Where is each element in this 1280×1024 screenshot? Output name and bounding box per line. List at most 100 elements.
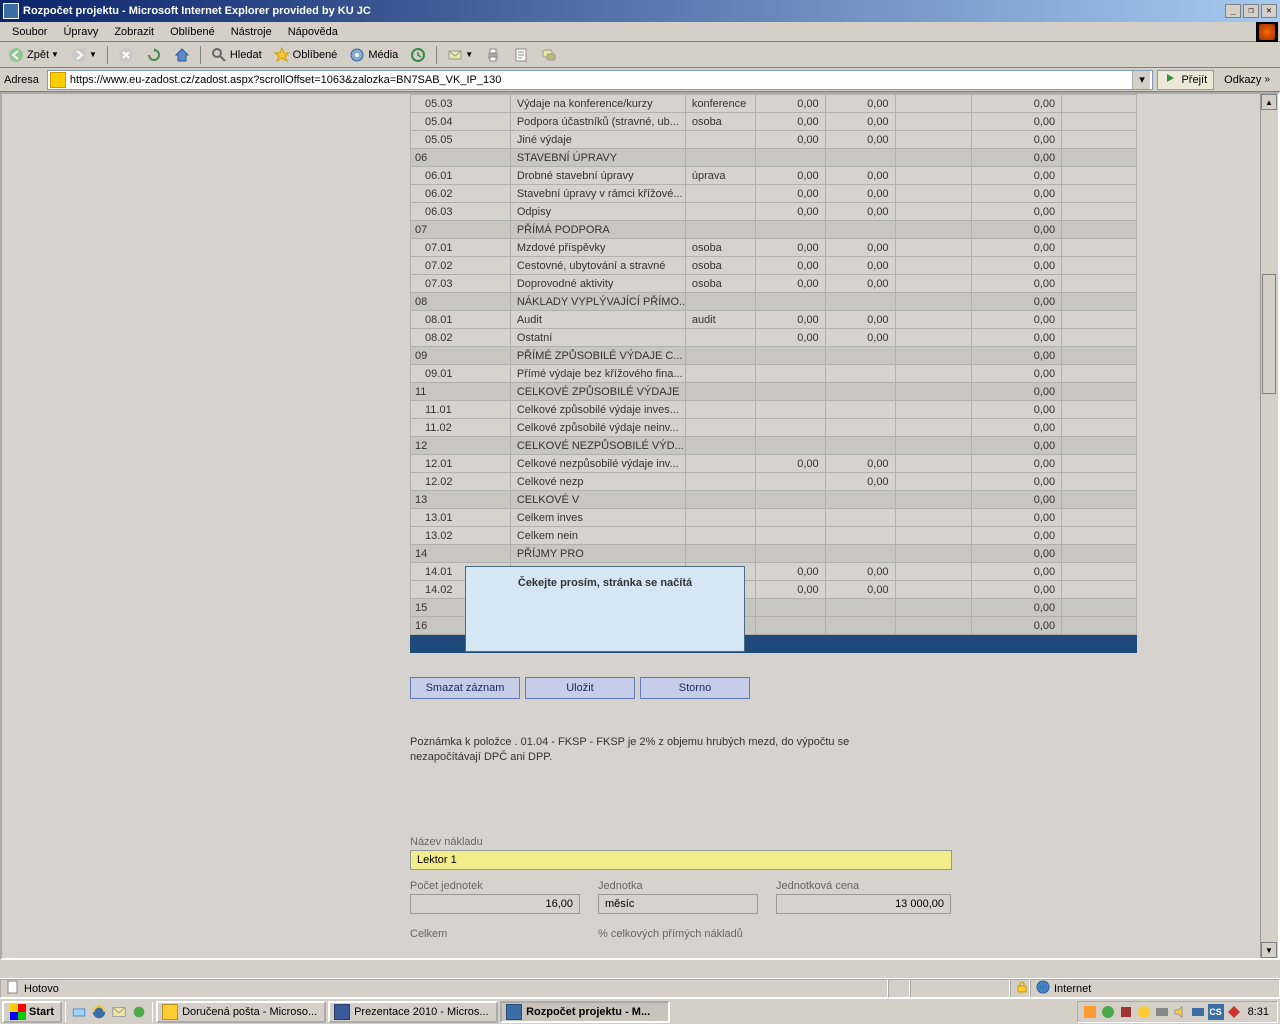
table-row[interactable]: 14PŘÍJMY PRO0,00 (411, 545, 1137, 563)
minimize-button[interactable]: _ (1225, 4, 1241, 18)
table-cell: PŘÍJMY PRO (510, 545, 685, 563)
tray-icon-3[interactable] (1118, 1004, 1134, 1020)
table-row[interactable]: 05.04Podpora účastníků (stravné, ub...os… (411, 113, 1137, 131)
table-row[interactable]: 06.02Stavební úpravy v rámci křížové...0… (411, 185, 1137, 203)
tray-icon-2[interactable] (1100, 1004, 1116, 1020)
scroll-down-button[interactable]: ▼ (1261, 942, 1277, 958)
table-row[interactable]: 06.01Drobné stavební úpravyúprava0,000,0… (411, 167, 1137, 185)
scroll-up-button[interactable]: ▲ (1261, 94, 1277, 110)
table-cell (1062, 437, 1137, 455)
media-button[interactable]: Média (345, 44, 402, 66)
tray-icon-4[interactable] (1136, 1004, 1152, 1020)
refresh-button[interactable] (142, 44, 166, 66)
table-row[interactable]: 08NÁKLADY VYPLÝVAJÍCÍ PŘÍMO...0,00 (411, 293, 1137, 311)
table-cell: CELKOVÉ NEZPŮSOBILÉ VÝD... (510, 437, 685, 455)
menu-upravy[interactable]: Úpravy (55, 24, 106, 40)
restore-button[interactable]: ❐ (1243, 4, 1259, 18)
menu-soubor[interactable]: Soubor (4, 24, 55, 40)
mail-button[interactable]: ▼ (443, 44, 477, 66)
table-cell: 07.03 (411, 275, 511, 293)
table-row[interactable]: 07.01Mzdové příspěvkyosoba0,000,000,00 (411, 239, 1137, 257)
table-row[interactable]: 13.02Celkem nein0,00 (411, 527, 1137, 545)
table-cell: 0,00 (825, 167, 895, 185)
menu-nastroje[interactable]: Nástroje (223, 24, 280, 40)
table-row[interactable]: 11CELKOVÉ ZPŮSOBILÉ VÝDAJE0,00 (411, 383, 1137, 401)
address-input[interactable]: https://www.eu-zadost.cz/zadost.aspx?scr… (47, 70, 1154, 90)
table-cell (1062, 239, 1137, 257)
table-row[interactable]: 07PŘÍMÁ PODPORA0,00 (411, 221, 1137, 239)
table-row[interactable]: 07.02Cestovné, ubytování a stravnéosoba0… (411, 257, 1137, 275)
table-row[interactable]: 08.02Ostatní0,000,000,00 (411, 329, 1137, 347)
table-row[interactable]: 12.02Celkové nezp0,000,00 (411, 473, 1137, 491)
table-cell (895, 563, 972, 581)
tray-icon-5[interactable] (1154, 1004, 1170, 1020)
name-label: Název nákladu (410, 836, 1140, 848)
menu-zobrazit[interactable]: Zobrazit (106, 24, 162, 40)
table-row[interactable]: 13.01Celkem inves0,00 (411, 509, 1137, 527)
taskbar-task-1[interactable]: Prezentace 2010 - Micros... (328, 1001, 498, 1023)
quicklaunch-outlook-icon[interactable] (110, 1003, 128, 1021)
table-row[interactable]: 07.03Doprovodné aktivityosoba0,000,000,0… (411, 275, 1137, 293)
edit-button[interactable] (509, 44, 533, 66)
table-cell: 0,00 (825, 455, 895, 473)
clock[interactable]: 8:31 (1244, 1006, 1273, 1018)
forward-button[interactable]: ▼ (67, 44, 101, 66)
table-row[interactable]: 09.01Přímé výdaje bez křížového fina...0… (411, 365, 1137, 383)
discuss-button[interactable] (537, 44, 561, 66)
table-cell (895, 113, 972, 131)
table-row[interactable]: 08.01Auditaudit0,000,000,00 (411, 311, 1137, 329)
scroll-thumb[interactable] (1262, 274, 1276, 394)
close-button[interactable]: ✕ (1261, 4, 1277, 18)
start-button[interactable]: Start (2, 1001, 62, 1023)
table-row[interactable]: 09PŘÍMÉ ZPŮSOBILÉ VÝDAJE C...0,00 (411, 347, 1137, 365)
tray-icon-8[interactable] (1226, 1004, 1242, 1020)
table-row[interactable]: 12CELKOVÉ NEZPŮSOBILÉ VÝD...0,00 (411, 437, 1137, 455)
print-button[interactable] (481, 44, 505, 66)
quicklaunch-app-icon[interactable] (130, 1003, 148, 1021)
tray-icon-volume[interactable] (1172, 1004, 1188, 1020)
unit-field[interactable]: měsíc (598, 894, 758, 914)
taskbar-task-2[interactable]: Rozpočet projektu - M... (500, 1001, 670, 1023)
stop-button[interactable] (114, 44, 138, 66)
favorites-button[interactable]: Oblíbené (270, 44, 342, 66)
tray-icon-1[interactable] (1082, 1004, 1098, 1020)
search-button[interactable]: Hledat (207, 44, 266, 66)
save-button[interactable]: Uložit (525, 677, 635, 699)
table-row[interactable]: 13CELKOVÉ V0,00 (411, 491, 1137, 509)
unitprice-field[interactable]: 13 000,00 (776, 894, 951, 914)
table-row[interactable]: 12.01Celkové nezpůsobilé výdaje inv...0,… (411, 455, 1137, 473)
vertical-scrollbar[interactable]: ▲ ▼ (1260, 94, 1278, 958)
table-row[interactable]: 11.01Celkové způsobilé výdaje inves...0,… (411, 401, 1137, 419)
table-cell (895, 545, 972, 563)
table-cell: osoba (685, 113, 755, 131)
taskbar-task-0[interactable]: Doručená pošta - Microso... (156, 1001, 326, 1023)
table-cell: CELKOVÉ ZPŮSOBILÉ VÝDAJE (510, 383, 685, 401)
table-cell: 06 (411, 149, 511, 167)
quantity-field[interactable]: 16,00 (410, 894, 580, 914)
discuss-icon (541, 47, 557, 63)
menu-napoveda[interactable]: Nápověda (280, 24, 346, 40)
table-row[interactable]: 06STAVEBNÍ ÚPRAVY0,00 (411, 149, 1137, 167)
table-cell (895, 347, 972, 365)
table-row[interactable]: 06.03Odpisy0,000,000,00 (411, 203, 1137, 221)
item-note: Poznámka k položce . 01.04 - FKSP - FKSP… (410, 735, 1137, 766)
menu-oblibene[interactable]: Oblíbené (162, 24, 223, 40)
go-button[interactable]: Přejít (1157, 70, 1214, 90)
quicklaunch-ie-icon[interactable] (90, 1003, 108, 1021)
language-indicator[interactable]: CS (1208, 1004, 1224, 1020)
links-button[interactable]: Odkazy » (1218, 74, 1276, 86)
tray-icon-7[interactable] (1190, 1004, 1206, 1020)
history-button[interactable] (406, 44, 430, 66)
cancel-button[interactable]: Storno (640, 677, 750, 699)
table-row[interactable]: 11.02Celkové způsobilé výdaje neinv...0,… (411, 419, 1137, 437)
table-row[interactable]: 05.03Výdaje na konference/kurzykonferenc… (411, 95, 1137, 113)
table-row[interactable]: 05.05Jiné výdaje0,000,000,00 (411, 131, 1137, 149)
total-label: Celkem (410, 928, 580, 940)
address-dropdown[interactable]: ▾ (1132, 71, 1150, 89)
quicklaunch-desktop-icon[interactable] (70, 1003, 88, 1021)
home-button[interactable] (170, 44, 194, 66)
back-button[interactable]: Zpět ▼ (4, 44, 63, 66)
table-cell: 0,00 (972, 131, 1062, 149)
name-field[interactable]: Lektor 1 (410, 850, 952, 870)
delete-record-button[interactable]: Smazat záznam (410, 677, 520, 699)
